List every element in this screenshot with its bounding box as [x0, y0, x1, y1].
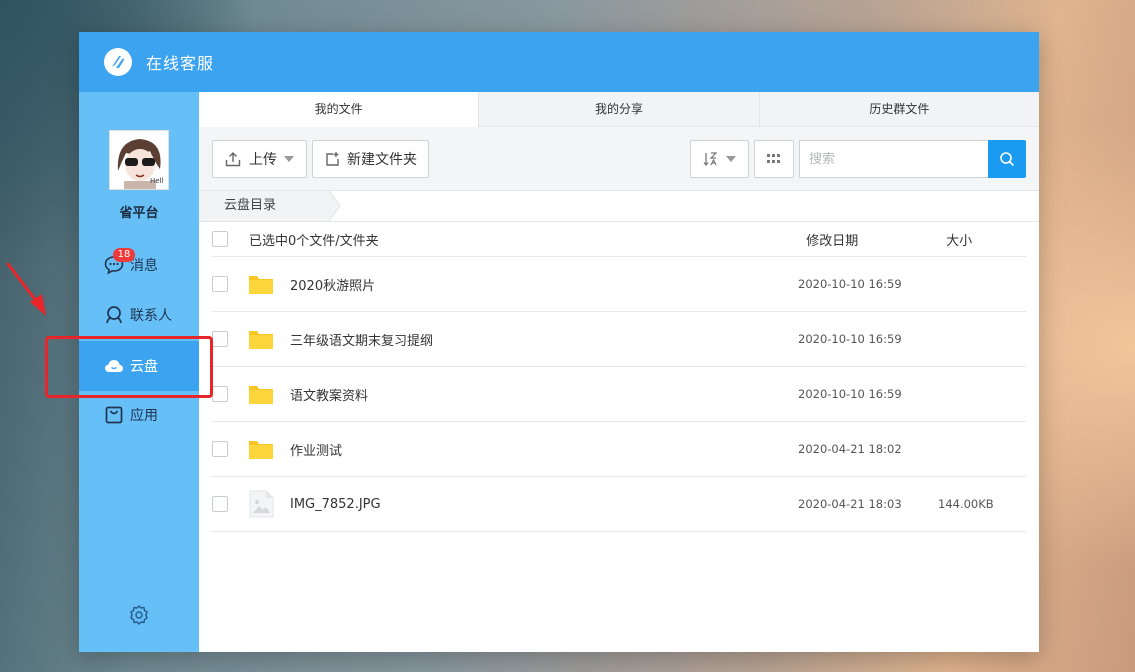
breadcrumb: 云盘目录 [199, 191, 1039, 222]
contact-icon [104, 305, 124, 325]
avatar[interactable]: Hell [109, 130, 169, 190]
table-row[interactable]: 三年级语文期末复习提纲 2020-10-10 16:59 [212, 312, 1026, 367]
table-row[interactable]: 2020秋游照片 2020-10-10 16:59 [212, 257, 1026, 312]
app-logo-icon [104, 48, 132, 76]
file-date: 2020-04-21 18:03 [798, 497, 902, 511]
new-folder-icon [325, 151, 341, 167]
file-name[interactable]: 语文教案资料 [290, 385, 368, 404]
selection-summary: 已选中0个文件/文件夹 [248, 233, 379, 249]
search-input[interactable] [799, 140, 989, 178]
username: 省平台 [119, 206, 159, 221]
row-checkbox[interactable] [212, 496, 228, 512]
file-name[interactable]: 2020秋游照片 [290, 275, 375, 294]
row-checkbox[interactable] [212, 386, 228, 402]
sidebar-item-label: 应用 [130, 408, 158, 424]
folder-icon [249, 331, 273, 349]
grid-icon [767, 154, 781, 164]
folder-icon [249, 276, 273, 294]
breadcrumb-arrow-icon [328, 191, 341, 221]
file-date: 2020-10-10 16:59 [798, 332, 902, 346]
upload-label: 上传 [249, 152, 277, 168]
new-folder-button[interactable]: 新建文件夹 [312, 140, 429, 178]
sort-button[interactable] [690, 140, 749, 178]
svg-text:Hell: Hell [150, 177, 164, 185]
search-icon [999, 151, 1015, 167]
shop-bag-icon [104, 405, 124, 425]
app-title: 在线客服 [146, 54, 215, 73]
table-row[interactable]: 作业测试 2020-04-21 18:02 [212, 422, 1026, 477]
file-name[interactable]: IMG_7852.JPG [290, 497, 381, 512]
title-bar: 在线客服 [79, 32, 1039, 92]
app-window: 在线客服 Hell 省平台 消息 18 联系人 云盘 应用 我的文件 我的分享 … [79, 32, 1039, 652]
file-list: 已选中0个文件/文件夹 修改日期 大小 2020秋游照片 2020-10-10 … [212, 222, 1026, 532]
table-row[interactable]: 语文教案资料 2020-10-10 16:59 [212, 367, 1026, 422]
file-date: 2020-04-21 18:02 [798, 442, 902, 456]
file-size: 144.00KB [938, 497, 994, 511]
search-button[interactable] [988, 140, 1026, 178]
file-name[interactable]: 作业测试 [290, 440, 342, 459]
file-list-header: 已选中0个文件/文件夹 修改日期 大小 [212, 222, 1026, 257]
column-header-size[interactable]: 大小 [946, 230, 1026, 249]
new-folder-label: 新建文件夹 [347, 152, 417, 168]
grid-view-button[interactable] [754, 140, 794, 178]
unread-badge: 18 [113, 248, 135, 262]
tab-group-history-files[interactable]: 历史群文件 [760, 92, 1039, 126]
folder-icon [249, 386, 273, 404]
select-all-checkbox[interactable] [212, 231, 228, 247]
column-header-date[interactable]: 修改日期 [806, 230, 946, 249]
tab-bar: 我的文件 我的分享 历史群文件 [199, 92, 1039, 127]
annotation-arrow-icon [6, 262, 46, 316]
sidebar-item-label: 联系人 [130, 308, 172, 324]
file-date: 2020-10-10 16:59 [798, 277, 902, 291]
row-checkbox[interactable] [212, 331, 228, 347]
upload-button[interactable]: 上传 [212, 140, 307, 178]
sidebar-item-messages[interactable]: 消息 18 [79, 240, 199, 290]
sidebar-item-contacts[interactable]: 联系人 [79, 290, 199, 340]
folder-icon [249, 441, 273, 459]
toolbar: 上传 新建文件夹 [199, 127, 1039, 191]
chevron-down-icon [283, 155, 295, 163]
main-panel: 我的文件 我的分享 历史群文件 上传 新建文件夹 搜索 云盘目录 已选中0个文件… [199, 92, 1039, 652]
tab-my-files[interactable]: 我的文件 [199, 92, 480, 127]
tab-my-shares[interactable]: 我的分享 [479, 92, 760, 126]
image-file-icon [249, 490, 274, 518]
gear-icon[interactable] [128, 604, 150, 626]
file-name[interactable]: 三年级语文期末复习提纲 [290, 330, 433, 349]
table-row[interactable]: IMG_7852.JPG 2020-04-21 18:03 144.00KB [212, 477, 1026, 532]
chevron-down-icon [725, 155, 737, 163]
upload-icon [225, 151, 241, 167]
row-checkbox[interactable] [212, 441, 228, 457]
sort-icon [703, 151, 719, 167]
file-date: 2020-10-10 16:59 [798, 387, 902, 401]
row-checkbox[interactable] [212, 276, 228, 292]
annotation-highlight-box [45, 336, 213, 398]
